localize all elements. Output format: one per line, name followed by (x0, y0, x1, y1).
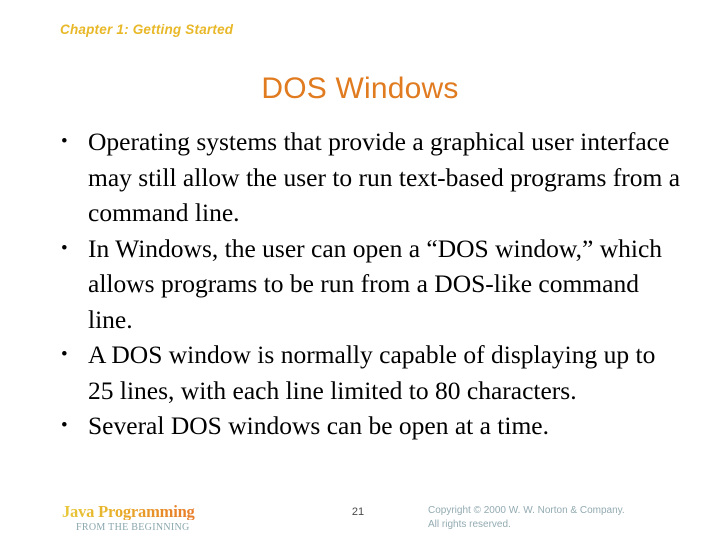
bullet-icon: • (61, 344, 68, 365)
list-item: • Several DOS windows can be open at a t… (44, 408, 684, 444)
bullet-list: • Operating systems that provide a graph… (44, 124, 684, 444)
list-item-text: A DOS window is normally capable of disp… (88, 340, 656, 405)
brand-title: Java Programming (62, 503, 302, 520)
copyright-notice: Copyright © 2000 W. W. Norton & Company.… (428, 504, 698, 531)
list-item: • A DOS window is normally capable of di… (44, 337, 684, 408)
chapter-header: Chapter 1: Getting Started (60, 22, 234, 37)
list-item-text: Several DOS windows can be open at a tim… (88, 411, 550, 440)
copyright-line-1: Copyright © 2000 W. W. Norton & Company. (428, 505, 625, 516)
list-item-text: Operating systems that provide a graphic… (88, 127, 681, 227)
bullet-icon: • (61, 237, 68, 259)
brand-subtitle: FROM THE BEGINNING (76, 522, 190, 533)
slide-footer: Java Programming FROM THE BEGINNING 21 C… (0, 495, 720, 540)
list-item: • Operating systems that provide a graph… (44, 124, 684, 231)
list-item: • In Windows, the user can open a “DOS w… (44, 231, 684, 338)
page-title: DOS Windows (261, 72, 459, 105)
list-item-text: In Windows, the user can open a “DOS win… (88, 233, 663, 334)
brand-logo: Java Programming FROM THE BEGINNING (62, 503, 302, 533)
bullet-icon: • (61, 415, 68, 436)
slide: Chapter 1: Getting Started DOS Windows •… (0, 0, 720, 540)
page-number: 21 (351, 506, 365, 518)
bullet-icon: • (61, 131, 68, 152)
copyright-line-2: All rights reserved. (428, 518, 511, 530)
